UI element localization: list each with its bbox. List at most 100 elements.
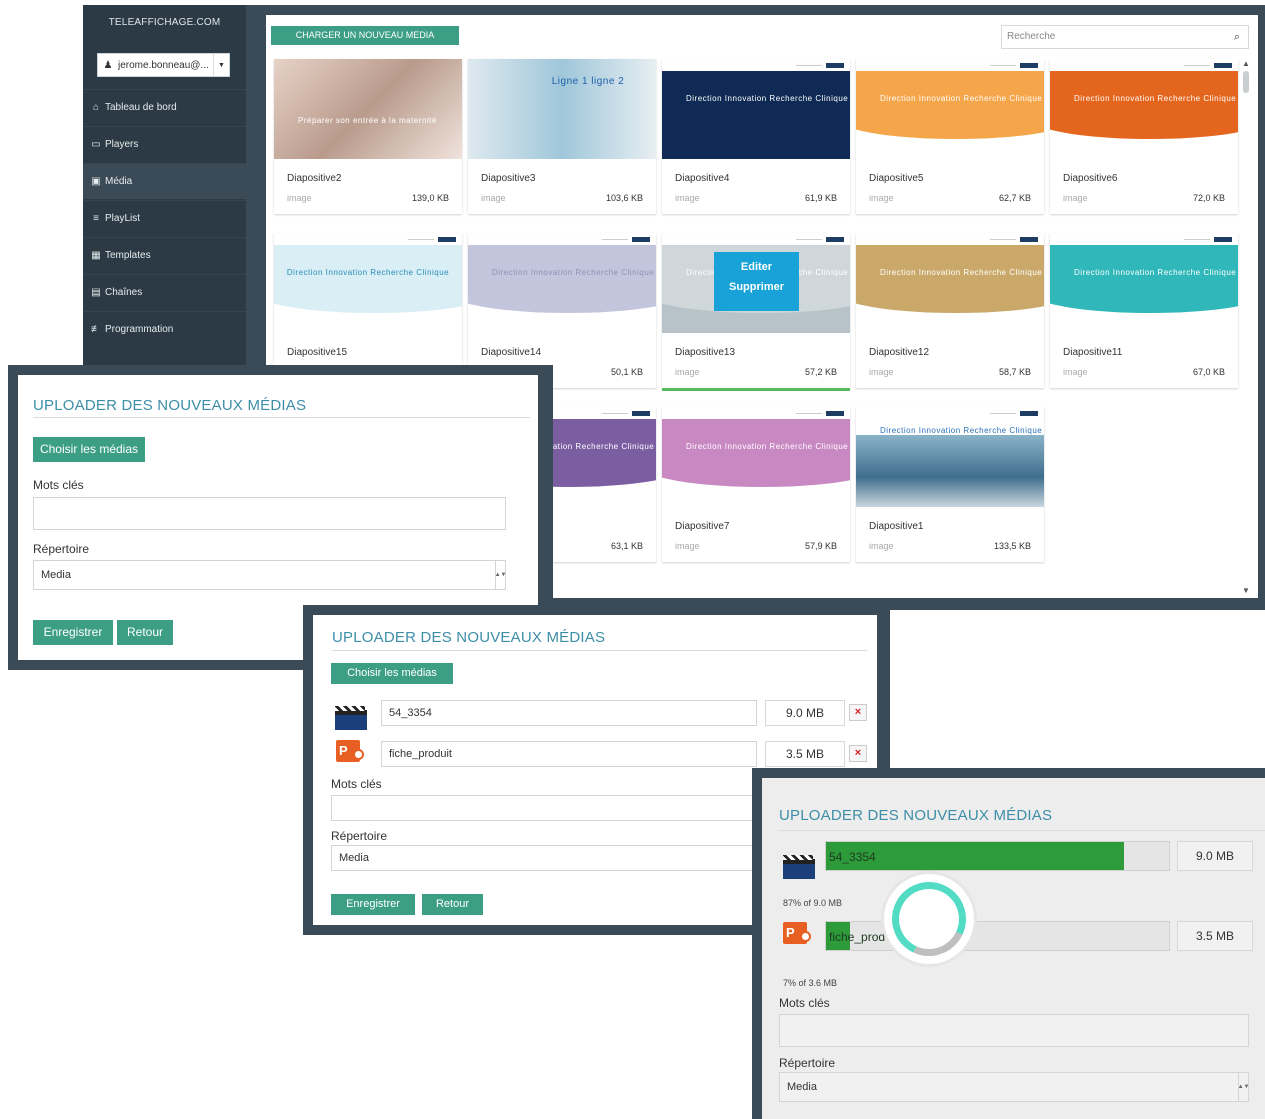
media-size: 103,6 KB [605, 193, 643, 203]
media-size: 58,7 KB [998, 367, 1031, 377]
sidebar-item-label: Templates [105, 250, 151, 261]
slide-rule [990, 65, 1016, 66]
sidebar-item-label: PlayList [105, 213, 141, 224]
folder-label: Répertoire [33, 542, 90, 556]
edit-button[interactable]: Editer [714, 261, 799, 273]
upload-media-button[interactable]: CHARGER UN NOUVEAU MEDIA [271, 26, 459, 45]
upload-progress-info: 7% of 3.6 MB [783, 978, 838, 988]
keywords-input[interactable] [779, 1014, 1249, 1047]
keywords-label: Mots clés [779, 996, 830, 1010]
folder-select[interactable]: Media ▲▼ [779, 1072, 1249, 1102]
brand-title: TELEAFFICHAGE.COM [108, 17, 221, 28]
slide-logo [826, 411, 844, 416]
media-thumbnail[interactable]: Direction Innovation Recherche Clinique [856, 233, 1044, 333]
monitor-icon: ▭ [91, 139, 101, 150]
file-size: 9.0 MB [765, 700, 845, 726]
user-dropdown[interactable]: ♟ jerome.bonneau@... ▼ [97, 53, 230, 77]
slide-logo [1020, 63, 1038, 68]
sidebar-item[interactable]: ▤ Chaînes [83, 274, 246, 310]
sidebar-item[interactable]: ≢ Programmation [83, 311, 246, 347]
media-thumbnail[interactable]: Direction Innovation Recherche Clinique [856, 59, 1044, 159]
keywords-label: Mots clés [33, 478, 84, 492]
slide-header [662, 59, 850, 71]
slide-rule [602, 239, 628, 240]
search-input[interactable]: Recherche ⌕ [1001, 25, 1249, 49]
delete-file-button[interactable]: × [849, 745, 867, 762]
media-thumbnail[interactable]: Direction Innovation Recherche CliniqueE… [662, 233, 850, 333]
sidebar-item[interactable]: ⌂ Tableau de bord [83, 89, 246, 125]
chevron-down-icon[interactable]: ▲▼ [1238, 1073, 1249, 1101]
media-thumbnail[interactable]: Direction Innovation Recherche Clinique [662, 407, 850, 507]
media-card[interactable]: Direction Innovation Recherche Clinique D… [856, 59, 1044, 214]
file-name: 54_3354 [389, 707, 432, 719]
media-card[interactable]: Direction Innovation Recherche Clinique D… [856, 233, 1044, 388]
media-name: Diapositive7 [675, 521, 730, 532]
delete-file-button[interactable]: × [849, 704, 867, 721]
media-thumbnail[interactable]: Préparer son entrée à la maternité [274, 59, 462, 159]
back-button[interactable]: Retour [422, 894, 483, 915]
media-card[interactable]: Préparer son entrée à la maternité Diapos… [274, 59, 462, 214]
media-card[interactable]: Direction Innovation Recherche CliniqueE… [662, 233, 850, 391]
scroll-down-icon[interactable]: ▼ [1242, 586, 1250, 595]
media-thumbnail[interactable]: Ligne 1 ligne 2 [468, 59, 656, 159]
scrollbar[interactable]: ▲ ▼ [1241, 59, 1253, 595]
user-name: jerome.bonneau@... [118, 59, 209, 71]
media-name: Diapositive1 [869, 521, 924, 532]
file-name: fiche_prodt [829, 930, 889, 944]
media-type: image [481, 193, 506, 203]
media-name: Diapositive14 [481, 347, 542, 358]
slide-header [1050, 59, 1238, 71]
slide-header [856, 59, 1044, 71]
folder-select[interactable]: Media ▲▼ [33, 560, 506, 590]
scroll-up-icon[interactable]: ▲ [1242, 59, 1250, 68]
choose-media-button[interactable]: Choisir les médias [33, 437, 145, 462]
upload-dialog-progress: UPLOADER DES NOUVEAUX MÉDIAS 54_3354 9.0… [752, 768, 1265, 1119]
dialog-title: UPLOADER DES NOUVEAUX MÉDIAS [779, 807, 1053, 824]
slide-logo [1214, 237, 1232, 242]
dialog-title: UPLOADER DES NOUVEAUX MÉDIAS [33, 397, 307, 414]
dialog-title: UPLOADER DES NOUVEAUX MÉDIAS [332, 629, 606, 646]
slide-caption: Ligne 1 ligne 2 [551, 76, 625, 87]
user-icon: ♟ [103, 59, 113, 71]
upload-progress-bar: fiche_prodt [825, 921, 1170, 951]
back-button[interactable]: Retour [117, 620, 173, 645]
title-divider [33, 417, 530, 418]
slide-rule [1184, 239, 1210, 240]
media-thumbnail[interactable]: Direction Innovation Recherche Clinique [856, 407, 1044, 507]
slide-header [468, 233, 656, 245]
media-thumbnail[interactable]: Direction Innovation Recherche Clinique [662, 59, 850, 159]
media-card[interactable]: Direction Innovation Recherche Clinique D… [1050, 233, 1238, 388]
chevron-down-icon[interactable]: ▲▼ [495, 561, 506, 589]
sidebar-item[interactable]: ▦ Templates [83, 237, 246, 273]
media-thumbnail[interactable]: Direction Innovation Recherche Clinique [468, 233, 656, 333]
media-type: image [869, 541, 894, 551]
media-card[interactable]: Direction Innovation Recherche Clinique D… [662, 407, 850, 562]
delete-button[interactable]: Supprimer [714, 281, 799, 293]
sidebar-item[interactable]: ▣ Média [83, 163, 246, 199]
search-icon[interactable]: ⌕ [1234, 26, 1240, 48]
choose-media-button[interactable]: Choisir les médias [331, 663, 453, 684]
media-card[interactable]: Ligne 1 ligne 2 Diapositive3 image 103,6 KB [468, 59, 656, 214]
keywords-input[interactable] [33, 497, 506, 530]
media-thumbnail[interactable]: Direction Innovation Recherche Clinique [1050, 233, 1238, 333]
media-size: 67,0 KB [1192, 367, 1225, 377]
media-name: Diapositive15 [287, 347, 348, 358]
media-size: 72,0 KB [1192, 193, 1225, 203]
scrollbar-thumb[interactable] [1243, 71, 1249, 93]
media-card[interactable]: Direction Innovation Recherche Clinique D… [1050, 59, 1238, 214]
sidebar-item[interactable]: ≡ PlayList [83, 200, 246, 236]
sidebar-item[interactable]: ▭ Players [83, 126, 246, 162]
media-card[interactable]: Direction Innovation Recherche Clinique D… [662, 59, 850, 214]
upload-progress-bar: 54_3354 [825, 841, 1170, 871]
keywords-label: Mots clés [331, 777, 382, 791]
media-size: 63,1 KB [610, 541, 643, 551]
media-type: image [1063, 367, 1088, 377]
slide-caption: Direction Innovation Recherche Clinique [880, 268, 1043, 277]
save-button[interactable]: Enregistrer [331, 894, 415, 915]
media-thumbnail[interactable]: Direction Innovation Recherche Clinique [274, 233, 462, 333]
media-thumbnail[interactable]: Direction Innovation Recherche Clinique [1050, 59, 1238, 159]
media-card[interactable]: Direction Innovation Recherche Clinique D… [856, 407, 1044, 562]
chevron-down-icon[interactable]: ▼ [213, 54, 229, 76]
save-button[interactable]: Enregistrer [33, 620, 113, 645]
template-icon: ▦ [91, 250, 101, 261]
